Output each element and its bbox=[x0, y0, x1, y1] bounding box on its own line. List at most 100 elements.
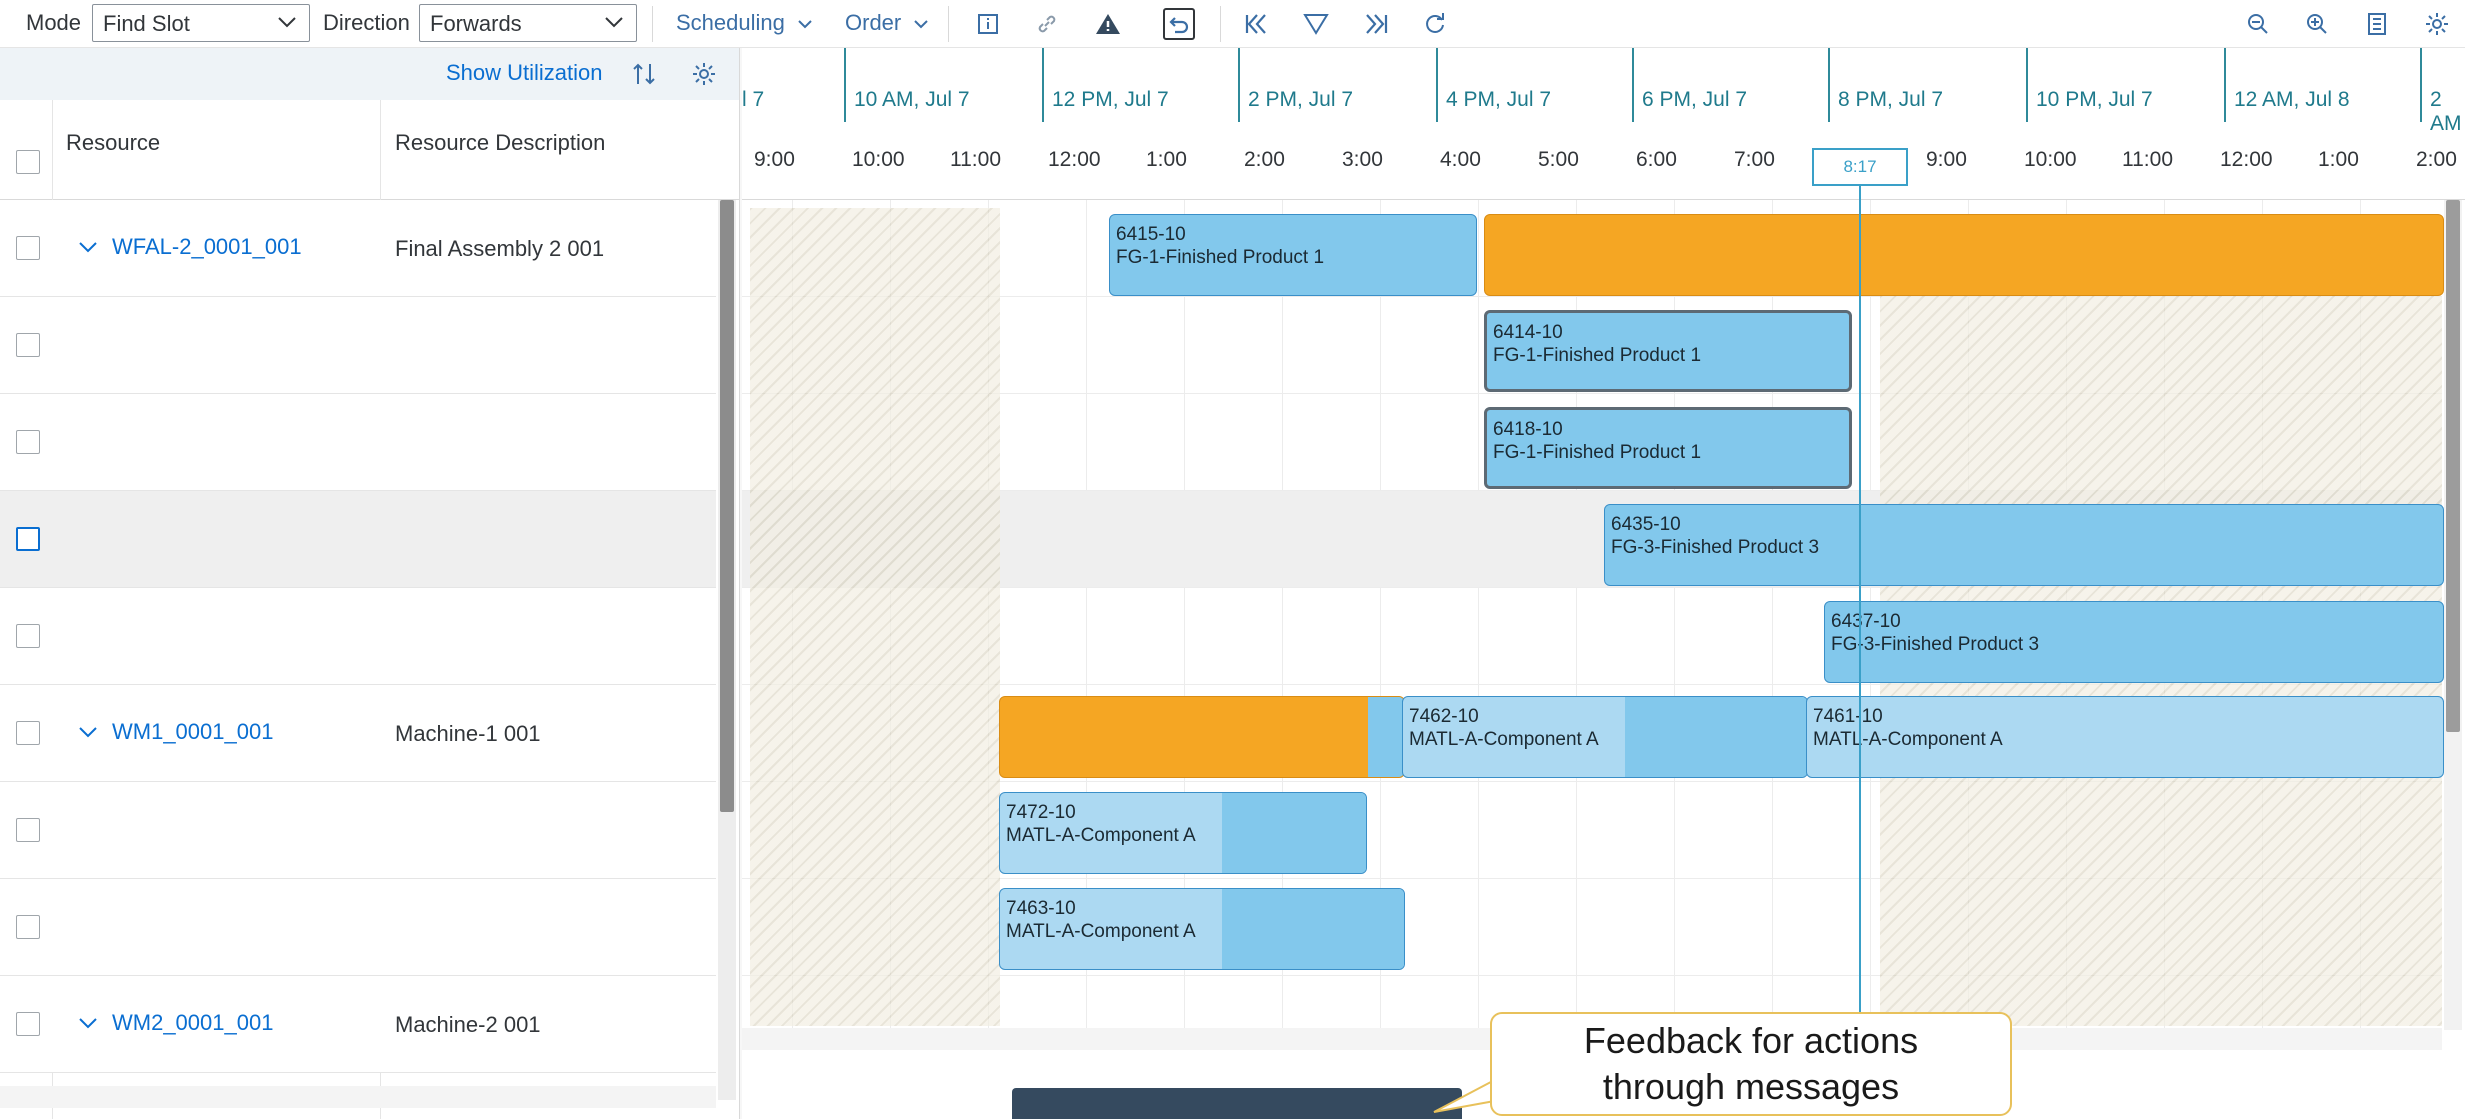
operation-product: FG-3-Finished Product 3 bbox=[1611, 537, 1820, 558]
link-icon bbox=[1038, 15, 1056, 33]
timeline-hour-label: 7:00 bbox=[1734, 148, 1775, 171]
column-header-resource[interactable]: Resource bbox=[66, 130, 160, 156]
last-page-button[interactable] bbox=[1360, 8, 1392, 40]
table-settings-button[interactable] bbox=[688, 58, 720, 90]
mode-label: Mode bbox=[26, 10, 82, 35]
sort-icon bbox=[633, 63, 655, 85]
timeline-hour-label: 10:00 bbox=[2024, 148, 2077, 171]
timeline-day-label: l 7 bbox=[742, 88, 765, 111]
resource-table-horizontal-scrollbar[interactable] bbox=[0, 1086, 716, 1108]
operation-bar[interactable]: 6414-10 FG-1-Finished Product 1 bbox=[1484, 310, 1852, 392]
table-row[interactable]: WM2_0001_001 Machine-2 001 bbox=[0, 976, 716, 1073]
resource-link[interactable]: WM2_0001_001 bbox=[112, 1010, 273, 1036]
row-checkbox[interactable] bbox=[16, 333, 40, 357]
operation-product: FG-1-Finished Product 1 bbox=[1493, 442, 1702, 463]
table-row[interactable] bbox=[0, 297, 716, 394]
timeline-hour-label: 11:00 bbox=[950, 148, 1001, 171]
table-row[interactable]: WM1_0001_001 Machine-1 001 bbox=[0, 685, 716, 782]
operation-bar[interactable]: 6415-10 FG-1-Finished Product 1 bbox=[1109, 214, 1477, 296]
alert-button[interactable] bbox=[1092, 8, 1124, 40]
sort-button[interactable] bbox=[628, 58, 660, 90]
order-menu[interactable]: Order bbox=[845, 10, 929, 36]
show-utilization-link[interactable]: Show Utilization bbox=[446, 60, 603, 86]
operation-bar[interactable]: 6435-10 FG-3-Finished Product 3 bbox=[1604, 504, 2444, 586]
row-checkbox[interactable] bbox=[16, 624, 40, 648]
timeline-day-label: 12 PM, Jul 7 bbox=[1052, 88, 1169, 111]
timeline-hour-label: 12:00 bbox=[1048, 148, 1101, 171]
table-row[interactable] bbox=[0, 491, 716, 588]
scrollbar-thumb[interactable] bbox=[720, 200, 734, 812]
scheduling-menu-label: Scheduling bbox=[676, 10, 785, 35]
column-header-resource-description[interactable]: Resource Description bbox=[395, 130, 605, 156]
timeline-hour-label: 11:00 bbox=[2122, 148, 2173, 171]
mode-select[interactable]: Find Slot bbox=[92, 4, 310, 42]
resource-link[interactable]: WM1_0001_001 bbox=[112, 719, 273, 745]
zoom-out-button[interactable] bbox=[2242, 8, 2274, 40]
chevron-down-icon[interactable] bbox=[78, 240, 98, 254]
timeline-hour-label: 2:00 bbox=[2416, 148, 2457, 171]
operation-bar[interactable]: 6418-10 FG-1-Finished Product 1 bbox=[1484, 407, 1852, 489]
info-icon bbox=[978, 14, 998, 34]
direction-select[interactable]: Forwards bbox=[419, 4, 637, 42]
operation-bar[interactable]: 7472-10 MATL-A-Component A bbox=[999, 792, 1367, 874]
direction-value: Forwards bbox=[430, 11, 522, 36]
day-divider bbox=[2026, 48, 2028, 122]
table-row[interactable] bbox=[0, 782, 716, 879]
timeline-day-label: 4 PM, Jul 7 bbox=[1446, 88, 1552, 111]
row-checkbox[interactable] bbox=[16, 818, 40, 842]
gear-icon bbox=[693, 63, 715, 85]
order-menu-label: Order bbox=[845, 10, 902, 35]
refresh-button[interactable] bbox=[1419, 8, 1451, 40]
select-all-checkbox[interactable] bbox=[16, 150, 40, 174]
filter-button[interactable] bbox=[1300, 8, 1332, 40]
row-checkbox[interactable] bbox=[16, 430, 40, 454]
operation-bar-highlighted[interactable] bbox=[999, 696, 1405, 778]
current-time-indicator: 8:17 bbox=[1812, 148, 1908, 186]
operation-product: MATL-A-Component A bbox=[1409, 729, 1599, 750]
table-row[interactable] bbox=[0, 394, 716, 491]
message-toast bbox=[1012, 1088, 1462, 1119]
link-button[interactable] bbox=[1031, 8, 1063, 40]
table-row[interactable] bbox=[0, 588, 716, 685]
operation-bar-highlighted[interactable] bbox=[1484, 214, 2444, 296]
operation-bar[interactable]: 7461-10 MATL-A-Component A bbox=[1806, 696, 2444, 778]
zoom-in-icon bbox=[2307, 14, 2327, 34]
operation-bar[interactable]: 7463-10 MATL-A-Component A bbox=[999, 888, 1405, 970]
operation-id: 7463-10 bbox=[1006, 898, 1076, 919]
timeline-day-label: 8 PM, Jul 7 bbox=[1838, 88, 1944, 111]
row-checkbox[interactable] bbox=[16, 527, 40, 551]
settings-button[interactable] bbox=[2421, 8, 2453, 40]
operation-product: MATL-A-Component A bbox=[1813, 729, 2003, 750]
legend-button[interactable] bbox=[2361, 8, 2393, 40]
row-checkbox[interactable] bbox=[16, 915, 40, 939]
operation-bar[interactable]: 7462-10 MATL-A-Component A bbox=[1402, 696, 1808, 778]
day-divider bbox=[1238, 48, 1240, 122]
chevron-down-icon bbox=[914, 20, 929, 29]
non-working-time-area bbox=[750, 208, 1000, 1026]
info-button[interactable] bbox=[972, 8, 1004, 40]
timeline-hour-label: 3:00 bbox=[1342, 148, 1383, 171]
gantt-vertical-scrollbar[interactable] bbox=[2444, 200, 2462, 1030]
row-checkbox[interactable] bbox=[16, 236, 40, 260]
resource-table: Show Utilization Resource Resource Descr… bbox=[0, 48, 740, 1119]
toolbar-separator bbox=[1220, 6, 1221, 42]
row-checkbox[interactable] bbox=[16, 721, 40, 745]
operation-id: 6435-10 bbox=[1611, 514, 1681, 535]
first-page-button[interactable] bbox=[1240, 8, 1272, 40]
row-checkbox[interactable] bbox=[16, 1012, 40, 1036]
toolbar-separator bbox=[652, 6, 653, 42]
resource-table-vertical-scrollbar[interactable] bbox=[718, 200, 736, 1100]
zoom-in-button[interactable] bbox=[2301, 8, 2333, 40]
timeline-day-label: 12 AM, Jul 8 bbox=[2234, 88, 2350, 111]
annotation-callout: Feedback for actions through messages bbox=[1490, 1012, 2012, 1116]
scheduling-menu[interactable]: Scheduling bbox=[676, 10, 813, 36]
table-row[interactable]: WFAL-2_0001_001 Final Assembly 2 001 bbox=[0, 200, 716, 297]
resource-link[interactable]: WFAL-2_0001_001 bbox=[112, 234, 302, 260]
scrollbar-thumb[interactable] bbox=[2446, 200, 2460, 732]
chevron-down-icon[interactable] bbox=[78, 725, 98, 739]
operation-id: 7461-10 bbox=[1813, 706, 1883, 727]
operation-bar[interactable]: 6437-10 FG-3-Finished Product 3 bbox=[1824, 601, 2444, 683]
undo-button[interactable] bbox=[1163, 8, 1195, 40]
chevron-down-icon[interactable] bbox=[78, 1016, 98, 1030]
table-row[interactable] bbox=[0, 879, 716, 976]
